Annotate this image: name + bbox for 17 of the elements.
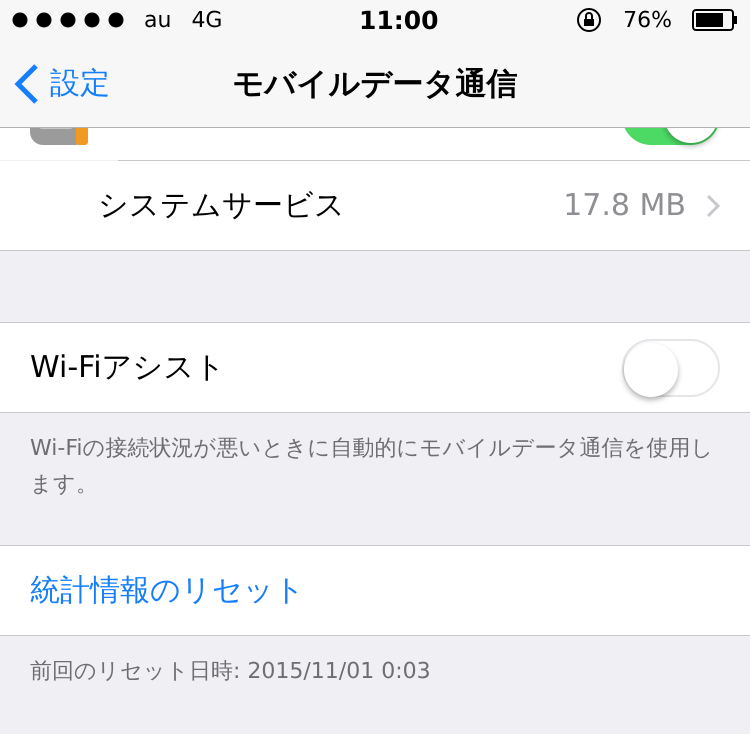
battery-percent: 76% <box>623 8 672 32</box>
rotation-lock-icon <box>575 6 604 34</box>
last-reset-note: 前回のリセット日時: 2015/11/01 0:03 <box>29 658 432 686</box>
page-title: モバイルデータ通信 <box>232 64 518 104</box>
system-services-label: システムサービス <box>97 187 346 225</box>
network-label: 4G <box>191 8 222 32</box>
wifi-assist-note: Wi-Fiの接続状況が悪いときに自動的にモバイルデータ通信を使用します。 <box>29 435 714 499</box>
signal-dots-icon <box>12 12 124 28</box>
toggle-switch[interactable] <box>622 338 720 396</box>
battery-icon <box>692 9 738 31</box>
data-usage-value: 17.8 MB <box>563 188 686 223</box>
wifi-assist-label: Wi-Fiアシスト <box>30 349 227 387</box>
back-button[interactable]: 設定 <box>0 62 110 104</box>
status-time: 11:00 <box>359 6 439 34</box>
chevron-right-icon <box>706 194 720 218</box>
carrier-label: au <box>144 8 172 32</box>
chevron-left-icon <box>14 62 40 104</box>
